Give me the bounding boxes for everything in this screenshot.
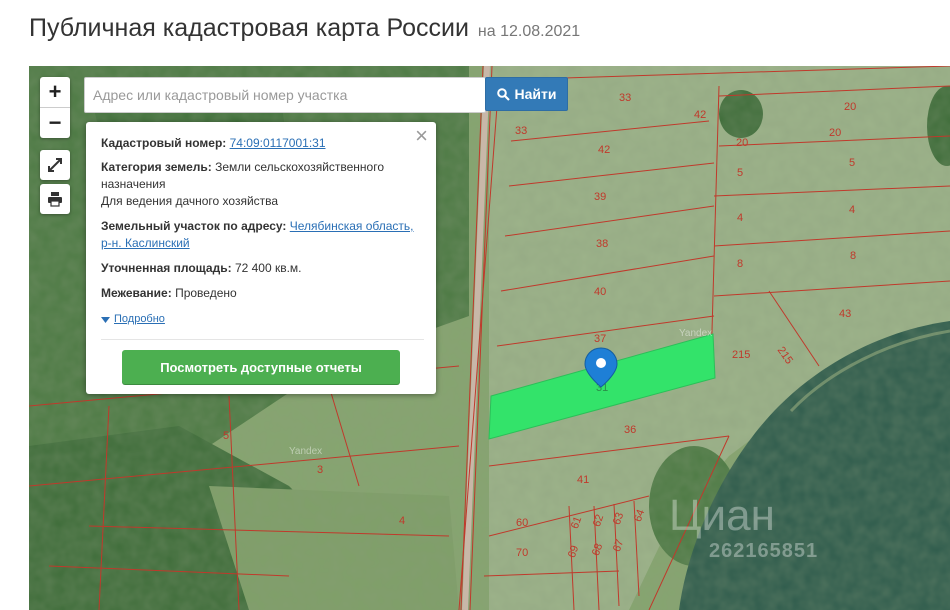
plot-number-label: 5 [737,167,743,179]
plot-number-label: 42 [694,109,706,121]
plot-number-label: 4 [399,515,405,527]
details-toggle[interactable]: Подробно [101,311,426,328]
plot-number-label: 40 [594,286,606,298]
plot-number-label: 37 [594,333,606,345]
plot-number-label: 70 [516,547,528,559]
details-link[interactable]: Подробно [114,311,165,328]
popup-divider [101,339,424,340]
search-input[interactable] [84,77,486,113]
print-button[interactable] [40,184,70,214]
view-reports-button[interactable]: Посмотреть доступные отчеты [122,350,400,384]
page-header: Публичная кадастровая карта России на 12… [29,14,580,54]
plot-number-label: 4 [849,204,855,216]
survey-row: Межевание: Проведено [101,285,426,302]
plot-number-label: 42 [598,144,610,156]
land-usage-value: Для ведения дачного хозяйства [101,194,279,208]
date-prefix: на [477,23,496,40]
plot-number-label: 4 [737,212,743,224]
search-button-label: Найти [514,86,557,102]
plot-info-popup: × Кадастровый номер: 74:09:0117001:31 Ка… [86,122,436,394]
cadastral-number-link[interactable]: 74:09:0117001:31 [230,136,326,150]
plot-number-label: 33 [619,92,631,104]
cian-watermark-id: 262165851 [709,540,819,562]
plot-number-label: 41 [577,474,589,486]
plot-number-label: 5 [223,430,229,442]
cadastral-number-row: Кадастровый номер: 74:09:0117001:31 [101,135,426,152]
plot-number-label: 39 [594,191,606,203]
plot-number-label: 43 [839,308,851,320]
page-title: Публичная кадастровая карта России [29,14,469,42]
cian-watermark: Циан [669,491,775,540]
survey-label: Межевание: [101,286,172,300]
cadastral-map[interactable]: 33 42 20 33 42 20 20 5 5 39 4 4 38 8 8 4… [29,66,950,610]
address-label: Земельный участок по адресу: [101,219,287,233]
plot-number-label: 60 [516,517,528,529]
yandex-label: Yandex [289,446,323,457]
plot-number-label: 36 [624,424,636,436]
zoom-control: + − [40,77,70,138]
plot-number-label: 5 [849,157,855,169]
fullscreen-button[interactable] [40,150,70,180]
area-row: Уточненная площадь: 72 400 кв.м. [101,260,426,277]
zoom-in-button[interactable]: + [40,77,70,108]
print-icon [48,192,62,207]
plot-number-label: 8 [850,250,856,262]
plot-number-label: 20 [829,127,841,139]
plot-number-label: 20 [736,137,748,149]
search-button[interactable]: Найти [485,77,568,111]
fullscreen-icon [48,158,62,172]
survey-value: Проведено [175,286,237,300]
yandex-label: Yandex [679,328,713,339]
triangle-down-icon [101,316,110,323]
zoom-out-button[interactable]: − [40,108,70,138]
area-value: 72 400 кв.м. [234,261,302,275]
page-date: на 12.08.2021 [478,23,580,41]
land-category-label: Категория земель: [101,160,212,174]
land-category-row: Категория земель: Земли сельскохозяйстве… [101,159,426,210]
plot-number-label: 38 [596,238,608,250]
plot-number-label: 33 [515,125,527,137]
plot-number-label: 215 [732,349,750,361]
area-label: Уточненная площадь: [101,261,232,275]
cadastral-number-label: Кадастровый номер: [101,136,227,150]
address-row: Земельный участок по адресу: Челябинская… [101,218,426,252]
plot-number-label: 20 [844,101,856,113]
date-value: 12.08.2021 [500,23,581,40]
plot-number-label: 3 [317,464,323,476]
search-icon [496,87,510,101]
plot-number-label: 8 [737,258,743,270]
